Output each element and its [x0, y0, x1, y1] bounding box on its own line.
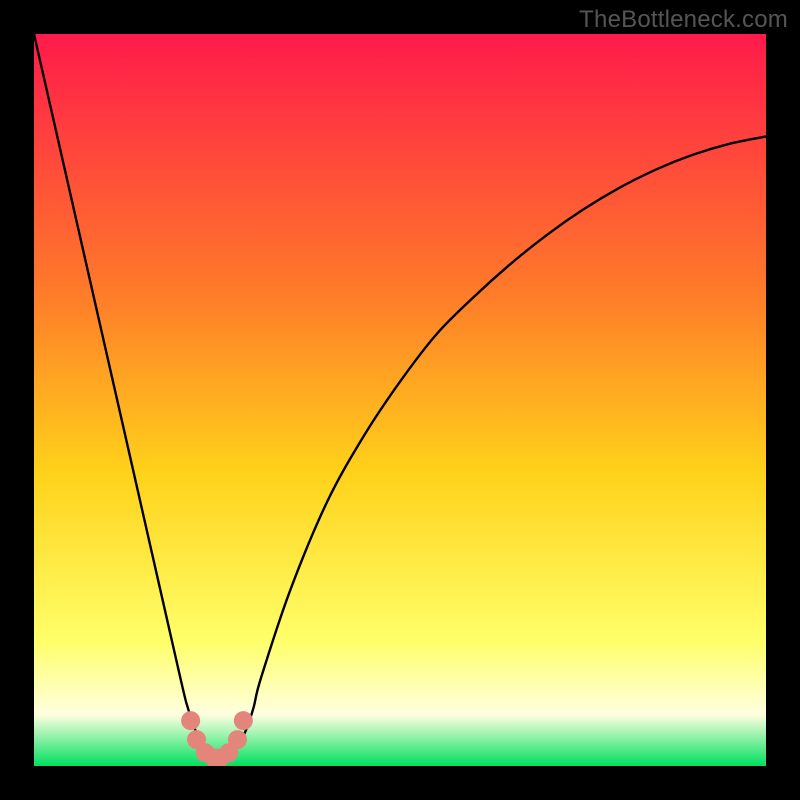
- gradient-background: [34, 34, 766, 766]
- watermark-text: TheBottleneck.com: [579, 6, 788, 34]
- chart-svg: [34, 34, 766, 766]
- plot-area: [34, 34, 766, 766]
- marker-point: [228, 730, 247, 749]
- marker-point: [234, 711, 253, 730]
- chart-container: TheBottleneck.com: [0, 0, 800, 800]
- marker-point: [181, 711, 200, 730]
